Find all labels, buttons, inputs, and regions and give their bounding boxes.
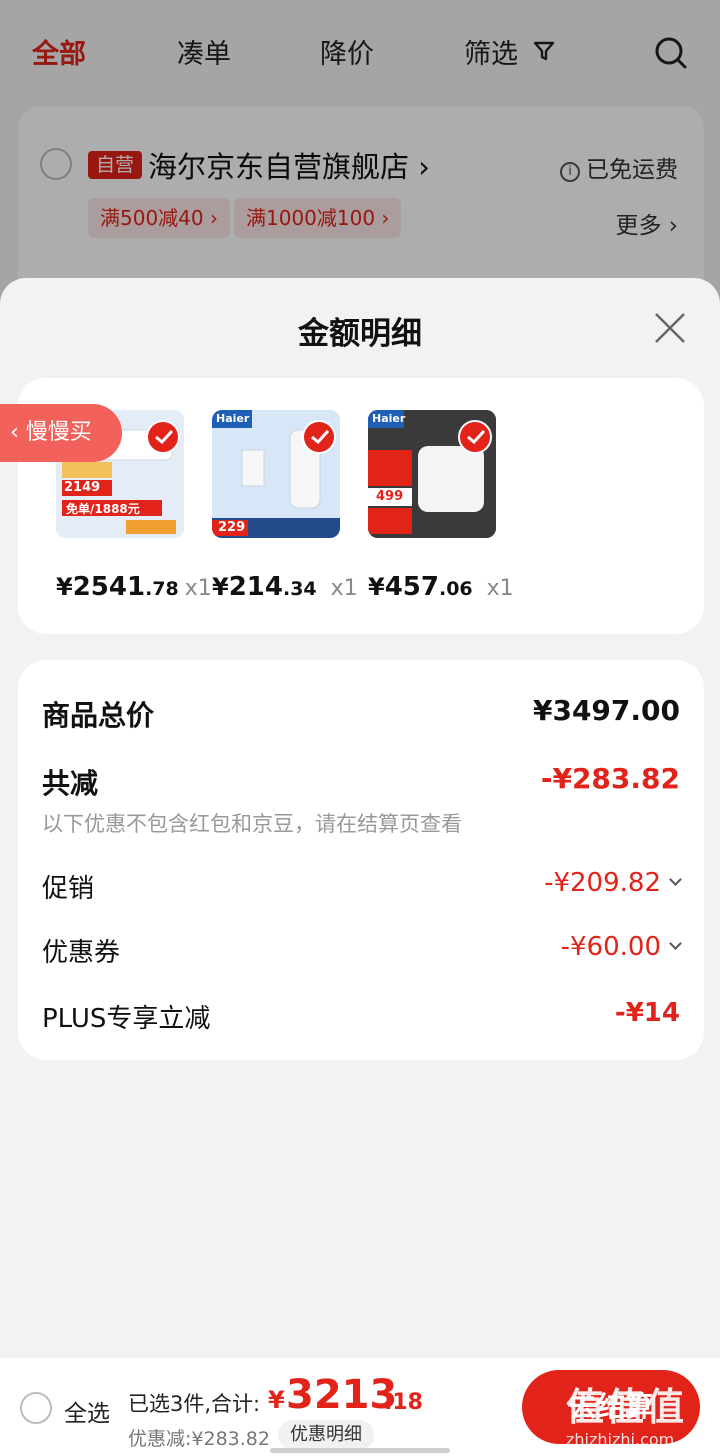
price-integer: 457 (384, 572, 439, 602)
total-discount-value: -¥283.82 (540, 762, 680, 795)
coupon-row[interactable]: -¥60.00 (560, 932, 682, 962)
product-thumb-price: 229 (218, 520, 246, 535)
discount-summary: 优惠减:¥283.82 (128, 1428, 270, 1450)
product-price: ¥2541.78 x1 (56, 572, 212, 602)
price-currency: ¥ (212, 573, 229, 601)
coupon-label: 优惠券 (42, 938, 121, 968)
total-integer: 3213 (286, 1372, 398, 1418)
selected-products-card: 2149 免单/1888元 ¥2541.78 x1 Haier 229 ¥214… (18, 378, 704, 634)
plus-discount-value: -¥14 (614, 998, 680, 1028)
select-all-radio[interactable] (20, 1392, 52, 1424)
checked-icon[interactable] (302, 420, 336, 454)
close-icon[interactable] (652, 310, 688, 346)
total-discount-label: 共减 (42, 767, 99, 800)
discount-note: 以下优惠不包含红包和京豆，请在结算页查看 (42, 812, 462, 836)
select-all-label[interactable]: 全选 (64, 1394, 110, 1428)
checked-icon[interactable] (146, 420, 180, 454)
promotion-row[interactable]: -¥209.82 (544, 868, 682, 898)
total-decimal: .18 (384, 1390, 423, 1415)
price-currency: ¥ (56, 573, 73, 601)
plus-discount-label: PLUS专享立减 (42, 1004, 211, 1034)
coupon-value: -¥60.00 (560, 932, 661, 962)
chevron-down-icon (669, 873, 682, 886)
product-image: Haier 229 (212, 410, 340, 538)
watermark-logo: 值值值 (566, 1385, 687, 1429)
slow-buy-float-button[interactable]: ‹ 慢慢买 (0, 404, 122, 462)
price-decimal: .06 (438, 578, 473, 600)
discount-detail-button[interactable]: 优惠明细 (278, 1420, 374, 1450)
product-quantity: x1 (330, 576, 358, 601)
promotion-label: 促销 (42, 874, 95, 904)
goods-total-label: 商品总价 (42, 699, 155, 732)
product-thumb-price: 2149 (64, 480, 101, 495)
chevron-down-icon (669, 937, 682, 950)
product-thumb-brand: Haier (372, 412, 406, 425)
sheet-title: 金额明细 (298, 316, 422, 352)
watermark-url: zhizhizhi.com (566, 1430, 675, 1449)
checked-icon[interactable] (458, 420, 492, 454)
promotion-value: -¥209.82 (544, 868, 661, 898)
product-thumb-price: 499 (376, 489, 404, 504)
product-price: ¥457.06 x1 (368, 572, 514, 602)
selected-count-text: 已选3件,合计: (128, 1392, 261, 1416)
price-decimal: .78 (145, 578, 179, 600)
product-quantity: x1 (184, 576, 212, 601)
price-currency: ¥ (368, 573, 385, 601)
price-integer: 214 (228, 572, 283, 602)
product-image: Haier 499 (368, 410, 496, 538)
total-currency: ¥ (268, 1386, 285, 1414)
product-thumb-promo: 免单/1888元 (66, 502, 140, 516)
price-decimal: .34 (282, 578, 317, 600)
product-price: ¥214.34 x1 (212, 572, 358, 602)
product-quantity: x1 (486, 576, 514, 601)
price-integer: 2541 (72, 572, 146, 602)
product-thumb-brand: Haier (216, 412, 250, 425)
amount-summary-card: 商品总价 ¥3497.00 共减 -¥283.82 以下优惠不包含红包和京豆，请… (18, 660, 704, 1060)
goods-total-value: ¥3497.00 (532, 694, 680, 727)
home-indicator[interactable] (270, 1448, 450, 1453)
